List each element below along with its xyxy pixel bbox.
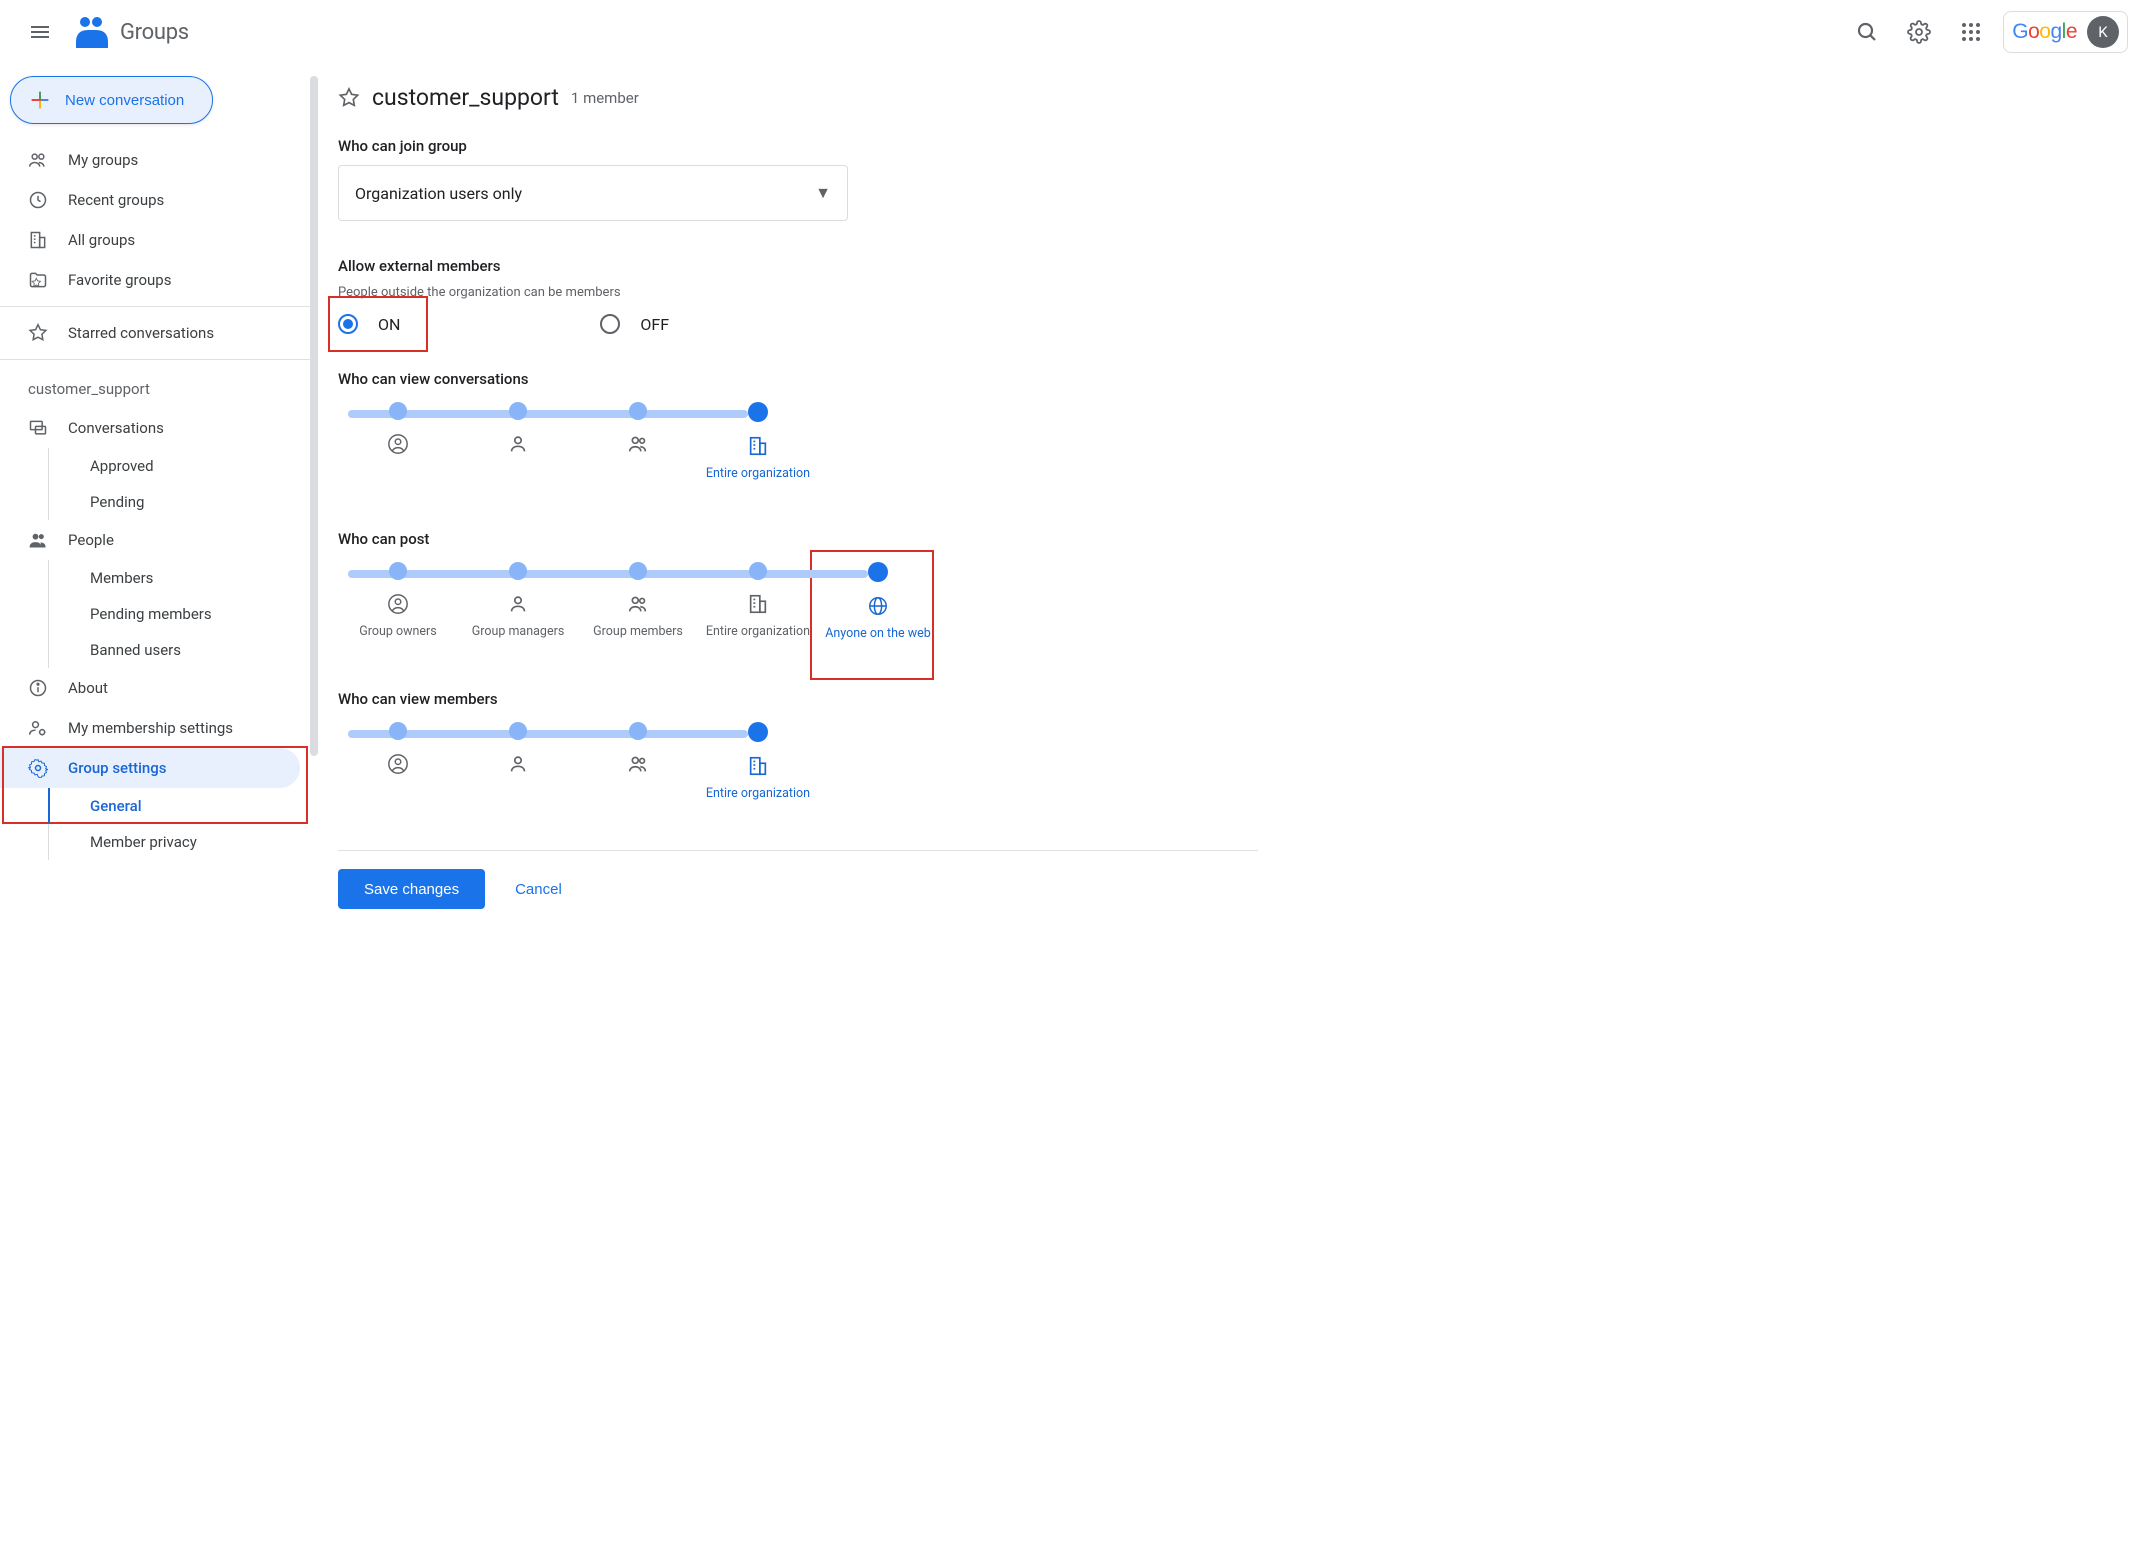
new-conversation-button[interactable]: New conversation <box>10 76 213 124</box>
divider <box>338 850 1258 851</box>
gear-icon <box>1907 20 1931 44</box>
nav-all-groups[interactable]: All groups <box>0 220 300 260</box>
account-widget[interactable]: Google K <box>2003 11 2128 53</box>
building-icon <box>747 755 769 777</box>
sidebar-group-name: customer_support <box>0 366 310 408</box>
hamburger-icon <box>28 20 52 44</box>
person-icon <box>507 753 529 775</box>
save-changes-button[interactable]: Save changes <box>338 869 485 909</box>
person-gear-icon <box>28 718 48 738</box>
nav-pending-members[interactable]: Pending members <box>0 596 310 632</box>
nav-recent-groups[interactable]: Recent groups <box>0 180 300 220</box>
slider-step-group-owners[interactable] <box>338 722 458 816</box>
people-icon <box>28 150 48 170</box>
slider-step-group-members[interactable] <box>578 402 698 496</box>
allow-external-sub: People outside the organization can be m… <box>338 285 2114 300</box>
new-conversation-label: New conversation <box>65 92 184 109</box>
slider-step-group-members[interactable] <box>578 722 698 816</box>
avatar[interactable]: K <box>2087 16 2119 48</box>
sidebar: New conversation My groups Recent groups… <box>0 64 310 969</box>
page-title: customer_support <box>372 84 559 111</box>
app-header: Groups Google K <box>0 0 2144 64</box>
groups-logo-icon <box>72 14 112 50</box>
app-logo[interactable]: Groups <box>72 14 189 50</box>
slider-step-group-owners[interactable]: Group owners <box>338 562 458 656</box>
external-off-radio[interactable]: OFF <box>600 314 669 334</box>
nav-general[interactable]: General <box>0 788 310 824</box>
nav-members[interactable]: Members <box>0 560 310 596</box>
globe-icon <box>867 595 889 617</box>
search-button[interactable] <box>1847 12 1887 52</box>
gear-outline-icon <box>28 758 48 778</box>
main-content: customer_support 1 member Who can join g… <box>318 64 2144 969</box>
building-icon <box>747 593 769 615</box>
star-group-button[interactable] <box>338 87 360 109</box>
view-conversations-slider[interactable]: Entire organization <box>338 402 818 496</box>
people-filled-icon <box>28 530 48 550</box>
person-circle-icon <box>387 433 409 455</box>
nav-pending[interactable]: Pending <box>0 484 310 520</box>
clock-icon <box>28 190 48 210</box>
google-logo: Google <box>2012 20 2077 44</box>
settings-button[interactable] <box>1899 12 1939 52</box>
who-can-join-label: Who can join group <box>338 137 2114 155</box>
slider-step-group-managers[interactable]: Group managers <box>458 562 578 656</box>
nav-member-privacy[interactable]: Member privacy <box>0 824 310 860</box>
nav-starred-conversations[interactable]: Starred conversations <box>0 313 300 353</box>
scroll-indicator[interactable] <box>310 76 318 756</box>
chat-icon <box>28 418 48 438</box>
person-icon <box>507 433 529 455</box>
nav-banned-users[interactable]: Banned users <box>0 632 310 668</box>
nav-people[interactable]: People <box>0 520 300 560</box>
search-icon <box>1855 20 1879 44</box>
view-members-slider[interactable]: Entire organization <box>338 722 818 816</box>
person-icon <box>507 593 529 615</box>
slider-step-anyone-web[interactable]: Anyone on the web <box>818 562 938 656</box>
cancel-button[interactable]: Cancel <box>515 881 562 898</box>
who-can-join-select[interactable]: Organization users only ▼ <box>338 165 848 221</box>
external-on-radio[interactable]: ON <box>338 314 400 334</box>
slider-step-group-owners[interactable] <box>338 402 458 496</box>
slider-step-group-managers[interactable] <box>458 722 578 816</box>
who-can-post-slider[interactable]: Group owners Group managers Group member… <box>338 562 938 656</box>
building-icon <box>747 435 769 457</box>
star-outline-icon <box>338 87 360 109</box>
apps-button[interactable] <box>1951 12 1991 52</box>
plus-icon <box>29 89 51 111</box>
building-icon <box>28 230 48 250</box>
slider-step-group-members[interactable]: Group members <box>578 562 698 656</box>
view-members-label: Who can view members <box>338 690 2114 708</box>
bookmark-folder-icon <box>28 270 48 290</box>
nav-my-membership-settings[interactable]: My membership settings <box>0 708 300 748</box>
member-count: 1 member <box>571 89 639 107</box>
who-can-join-value: Organization users only <box>355 184 522 203</box>
app-name: Groups <box>120 20 189 45</box>
person-circle-icon <box>387 593 409 615</box>
info-icon <box>28 678 48 698</box>
nav-approved[interactable]: Approved <box>0 448 310 484</box>
slider-step-entire-org[interactable]: Entire organization <box>698 402 818 496</box>
apps-grid-icon <box>1961 22 1981 42</box>
allow-external-label: Allow external members <box>338 257 2114 275</box>
chevron-down-icon: ▼ <box>815 183 831 203</box>
view-conversations-label: Who can view conversations <box>338 370 2114 388</box>
people-icon <box>627 753 649 775</box>
people-icon <box>627 433 649 455</box>
people-icon <box>627 593 649 615</box>
main-menu-button[interactable] <box>16 8 64 56</box>
person-circle-icon <box>387 753 409 775</box>
slider-step-group-managers[interactable] <box>458 402 578 496</box>
nav-group-settings[interactable]: Group settings <box>0 748 300 788</box>
nav-about[interactable]: About <box>0 668 300 708</box>
who-can-post-label: Who can post <box>338 530 2114 548</box>
nav-favorite-groups[interactable]: Favorite groups <box>0 260 300 300</box>
slider-step-entire-org[interactable]: Entire organization <box>698 562 818 656</box>
nav-conversations[interactable]: Conversations <box>0 408 300 448</box>
nav-my-groups[interactable]: My groups <box>0 140 300 180</box>
star-outline-icon <box>28 323 48 343</box>
slider-step-entire-org[interactable]: Entire organization <box>698 722 818 816</box>
